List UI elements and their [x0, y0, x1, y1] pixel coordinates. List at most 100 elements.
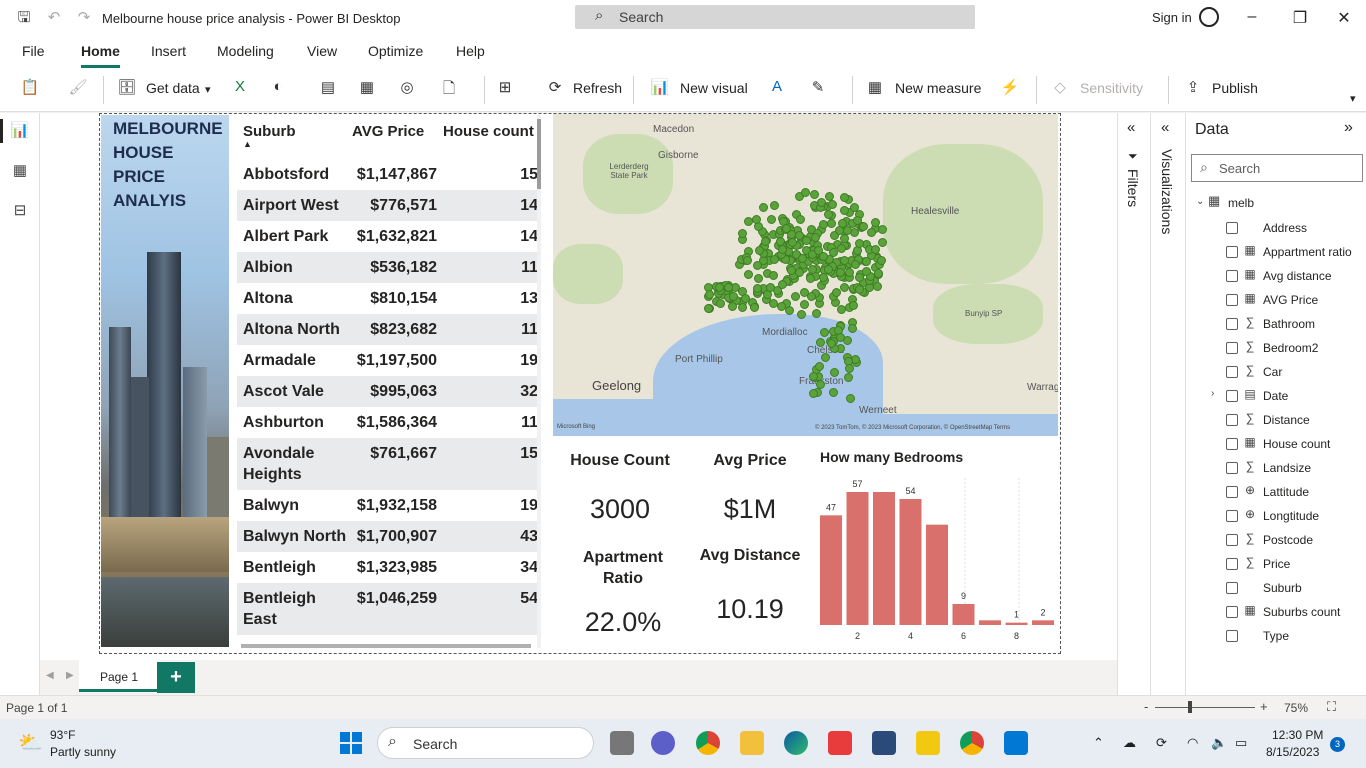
map-point[interactable]	[836, 333, 845, 342]
map-point[interactable]	[827, 219, 836, 228]
report-view-icon[interactable]: 📊	[10, 121, 30, 141]
map-point[interactable]	[724, 283, 733, 292]
zoom-in-icon[interactable]: +	[1260, 699, 1268, 714]
app-icon[interactable]	[828, 731, 852, 755]
visualizations-pane[interactable]: « Visualizations	[1150, 113, 1185, 695]
map-point[interactable]	[791, 292, 800, 301]
field-checkbox[interactable]	[1226, 534, 1238, 546]
map-point[interactable]	[832, 288, 841, 297]
column-header-house-count[interactable]: House count	[443, 123, 534, 140]
undo-icon[interactable]: ↶	[44, 8, 64, 28]
map-point[interactable]	[705, 290, 714, 299]
map-point[interactable]	[837, 244, 846, 253]
chevron-down-icon[interactable]: ▾	[205, 83, 211, 96]
field-checkbox[interactable]	[1226, 486, 1238, 498]
map-point[interactable]	[816, 338, 825, 347]
new-visual-button[interactable]: New visual	[680, 80, 748, 96]
table-row[interactable]: Armadale $1,197,500 19	[237, 345, 538, 376]
map-point[interactable]	[777, 302, 786, 311]
field-item[interactable]: ▦ House count	[1226, 435, 1366, 455]
map-point[interactable]	[812, 309, 821, 318]
publish-button[interactable]: Publish	[1212, 80, 1258, 96]
map-point[interactable]	[851, 260, 860, 269]
map-point[interactable]	[830, 368, 839, 377]
field-item[interactable]: ▦ Avg distance	[1226, 267, 1366, 287]
bar[interactable]	[899, 499, 922, 625]
bar[interactable]	[846, 492, 869, 625]
map-point[interactable]	[738, 303, 747, 312]
map-point[interactable]	[840, 256, 849, 265]
battery-icon[interactable]: ▭	[1235, 735, 1247, 751]
avatar-icon[interactable]	[1199, 7, 1219, 27]
taskbar-search[interactable]: ⌕ Search	[377, 727, 594, 759]
field-checkbox[interactable]	[1226, 342, 1238, 354]
map-point[interactable]	[795, 268, 804, 277]
refresh-button[interactable]: Refresh	[573, 80, 622, 96]
map-point[interactable]	[819, 273, 828, 282]
field-checkbox[interactable]	[1226, 390, 1238, 402]
map-point[interactable]	[759, 203, 768, 212]
quick-measure-icon[interactable]: ⚡	[1000, 78, 1020, 100]
excel-icon[interactable]: X	[230, 78, 250, 100]
map-point[interactable]	[798, 254, 807, 263]
sign-in-link[interactable]: Sign in	[1152, 10, 1192, 25]
map-point[interactable]	[821, 353, 830, 362]
map-point[interactable]	[837, 305, 846, 314]
map-point[interactable]	[849, 301, 858, 310]
field-checkbox[interactable]	[1226, 510, 1238, 522]
table-row[interactable]: Albert Park $1,632,821 14	[237, 221, 538, 252]
tab-home[interactable]: Home	[81, 43, 120, 59]
tab-insert[interactable]: Insert	[151, 43, 186, 59]
redo-icon[interactable]: ↷	[74, 8, 94, 28]
map-point[interactable]	[729, 292, 738, 301]
map-point[interactable]	[753, 284, 762, 293]
map-point[interactable]	[850, 203, 859, 212]
map-point[interactable]	[848, 324, 857, 333]
map-point[interactable]	[809, 389, 818, 398]
tab-page-1[interactable]: Page 1	[79, 660, 159, 692]
map-point[interactable]	[752, 215, 761, 224]
map-point[interactable]	[878, 238, 887, 247]
map-point[interactable]	[824, 210, 833, 219]
field-item[interactable]: ∑ Distance	[1226, 411, 1366, 431]
weather-icon[interactable]: ⛅	[18, 730, 43, 755]
sync-icon[interactable]: ⟳	[1156, 735, 1167, 751]
map-point[interactable]	[829, 248, 838, 257]
map-point[interactable]	[824, 265, 833, 274]
table-row[interactable]: Abbotsford $1,147,867 15	[237, 159, 538, 190]
enter-data-icon[interactable]: ▦	[357, 78, 377, 100]
map-point[interactable]	[767, 215, 776, 224]
map-point[interactable]	[801, 188, 810, 197]
map-point[interactable]	[716, 299, 725, 308]
zoom-slider-thumb[interactable]	[1188, 701, 1192, 713]
map-point[interactable]	[766, 283, 775, 292]
close-icon[interactable]: ✕	[1334, 8, 1354, 28]
map-point[interactable]	[827, 339, 836, 348]
filters-pane[interactable]: « ⏷ Filters	[1117, 113, 1150, 695]
bedrooms-bar-chart[interactable]: 47 57 54 9 1 2 2 4 6 8	[815, 470, 1061, 646]
volume-icon[interactable]: 🔈	[1211, 735, 1227, 751]
map-point[interactable]	[809, 372, 818, 381]
app-icon[interactable]	[872, 731, 896, 755]
map-point[interactable]	[840, 193, 849, 202]
map-point[interactable]	[845, 268, 854, 277]
wifi-icon[interactable]: ◠	[1187, 735, 1198, 751]
table-row[interactable]: Altona North $823,682 11	[237, 314, 538, 345]
field-item[interactable]: ▤ Date	[1226, 387, 1366, 407]
table-view-icon[interactable]: ▦	[10, 161, 30, 181]
field-checkbox[interactable]	[1226, 366, 1238, 378]
field-checkbox[interactable]	[1226, 438, 1238, 450]
map-point[interactable]	[743, 256, 752, 265]
clock-time[interactable]: 12:30 PM	[1272, 728, 1323, 742]
map-point[interactable]	[795, 231, 804, 240]
zoom-slider[interactable]	[1155, 707, 1255, 708]
table-row[interactable]: Albion $536,182 11	[237, 252, 538, 283]
map-point[interactable]	[840, 234, 849, 243]
ribbon-collapse-icon[interactable]: ▾	[1350, 92, 1356, 105]
bar[interactable]	[979, 620, 1001, 625]
teams-icon[interactable]	[651, 731, 675, 755]
column-header-avg-price[interactable]: AVG Price	[352, 123, 424, 140]
field-checkbox[interactable]	[1226, 606, 1238, 618]
bar[interactable]	[873, 492, 895, 625]
sql-icon[interactable]: ◎	[397, 78, 417, 100]
